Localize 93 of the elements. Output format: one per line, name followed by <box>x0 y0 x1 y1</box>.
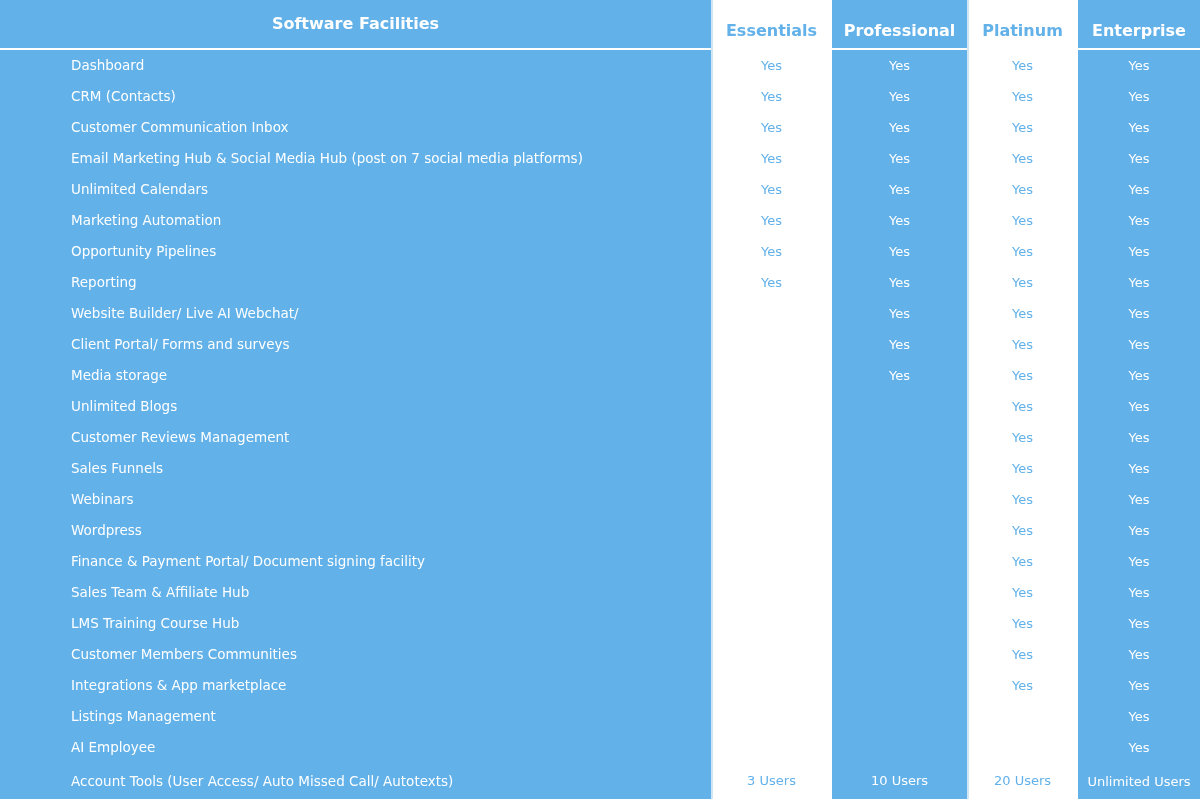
feature-name: Sales Team & Affiliate Hub <box>70 583 251 603</box>
plan-value: Yes <box>1128 87 1150 106</box>
feature-name: Integrations & App marketplace <box>70 676 288 696</box>
plan-value: Yes <box>1128 242 1150 261</box>
plan-value: Yes <box>889 304 910 323</box>
feature-name: Webinars <box>70 490 135 510</box>
plan-value: Yes <box>1012 459 1033 478</box>
feature-name: Unlimited Blogs <box>70 397 179 417</box>
plan-value: Yes <box>761 273 782 292</box>
plan-value: Yes <box>1128 428 1150 447</box>
plan-value: Yes <box>889 335 910 354</box>
plan-value: Yes <box>1012 490 1033 509</box>
plan-value: Yes <box>1012 335 1033 354</box>
feature-name: Listings Management <box>70 707 217 727</box>
plan-value: Yes <box>761 56 782 75</box>
feature-name: Unlimited Calendars <box>70 180 210 200</box>
plan-value: Yes <box>1012 87 1033 106</box>
plan-value: Yes <box>761 242 782 261</box>
feature-name: Marketing Automation <box>70 211 223 231</box>
plan-value: Yes <box>889 211 910 230</box>
feature-name: Wordpress <box>70 521 143 541</box>
feature-name: Opportunity Pipelines <box>70 242 218 262</box>
plan-value: Yes <box>889 56 910 75</box>
plan-value: Yes <box>1012 397 1033 416</box>
plan-value: Yes <box>1128 304 1150 323</box>
plan-value: Yes <box>889 87 910 106</box>
plan-value: Yes <box>1012 676 1033 695</box>
plan-value: Yes <box>1012 56 1033 75</box>
table-header: Software Facilities <box>0 0 711 50</box>
plan-value: Yes <box>1012 428 1033 447</box>
plan-value: Yes <box>889 273 910 292</box>
plan-value: Yes <box>1128 366 1150 385</box>
plan-value: Yes <box>1128 707 1150 726</box>
plan-value: 3 Users <box>747 771 796 790</box>
plan-value: Yes <box>1128 552 1150 571</box>
plan-value: Yes <box>1128 149 1150 168</box>
plan-value: Yes <box>761 180 782 199</box>
feature-name: CRM (Contacts) <box>70 87 177 107</box>
plan-value: Yes <box>1012 118 1033 137</box>
plan-value: Yes <box>1012 273 1033 292</box>
plan-value: Yes <box>1128 180 1150 199</box>
plan-value: Yes <box>1012 180 1033 199</box>
feature-name: Account Tools (User Access/ Auto Missed Call/ Autotexts) <box>70 772 455 792</box>
plan-value: Yes <box>1012 614 1033 633</box>
feature-name: Customer Reviews Management <box>70 428 291 448</box>
feature-name: Media storage <box>70 366 169 386</box>
plan-value: Yes <box>889 180 910 199</box>
plan-value: Yes <box>1128 211 1150 230</box>
plan-value: Yes <box>1128 397 1150 416</box>
feature-name: Customer Members Communities <box>70 645 298 665</box>
feature-name: Dashboard <box>70 56 146 76</box>
plan-value: Yes <box>1128 676 1150 695</box>
plan-value: Yes <box>761 149 782 168</box>
plan-value: Yes <box>1128 738 1150 757</box>
plan-value: Yes <box>1012 645 1033 664</box>
plan-value: Yes <box>1012 521 1033 540</box>
feature-name: Website Builder/ Live AI Webchat/ <box>70 304 300 324</box>
plan-value: Yes <box>1128 614 1150 633</box>
plan-value: Yes <box>1012 366 1033 385</box>
plan-value: 10 Users <box>870 771 929 790</box>
plan-value: Yes <box>1128 273 1150 292</box>
plan-value: Yes <box>761 211 782 230</box>
plan-value: Yes <box>889 242 910 261</box>
feature-name: Email Marketing Hub & Social Media Hub (post on 7 social media platforms) <box>70 149 584 169</box>
plan-value: Yes <box>1012 149 1033 168</box>
feature-name: Reporting <box>70 273 138 293</box>
plan-value: Yes <box>889 149 910 168</box>
plan-value: Yes <box>1128 490 1150 509</box>
plan-value: Yes <box>1012 242 1033 261</box>
plan-value: Yes <box>1128 459 1150 478</box>
feature-name: Customer Communication Inbox <box>70 118 290 138</box>
feature-name: AI Employee <box>70 738 157 758</box>
plan-value: Yes <box>1128 521 1150 540</box>
plan-value: Yes <box>1128 118 1150 137</box>
plan-value: Yes <box>889 366 910 385</box>
plan-header: Enterprise <box>1078 0 1200 50</box>
plan-value: Unlimited Users <box>1087 772 1191 791</box>
plan-value: Yes <box>1012 211 1033 230</box>
plan-value: Yes <box>761 118 782 137</box>
feature-name: LMS Training Course Hub <box>70 614 241 634</box>
plan-value: Yes <box>889 118 910 137</box>
plan-value: Yes <box>1012 552 1033 571</box>
plan-value: Yes <box>1128 335 1150 354</box>
plan-value: Yes <box>1128 583 1150 602</box>
feature-name: Sales Funnels <box>70 459 164 479</box>
plan-value: Yes <box>1012 583 1033 602</box>
feature-name: Finance & Payment Portal/ Document signing facility <box>70 552 427 572</box>
plan-value: Yes <box>1128 645 1150 664</box>
plan-value: 20 Users <box>993 771 1052 790</box>
plan-value: Yes <box>1012 304 1033 323</box>
plan-value: Yes <box>1128 56 1150 75</box>
plan-value: Yes <box>761 87 782 106</box>
feature-name: Client Portal/ Forms and surveys <box>70 335 291 355</box>
